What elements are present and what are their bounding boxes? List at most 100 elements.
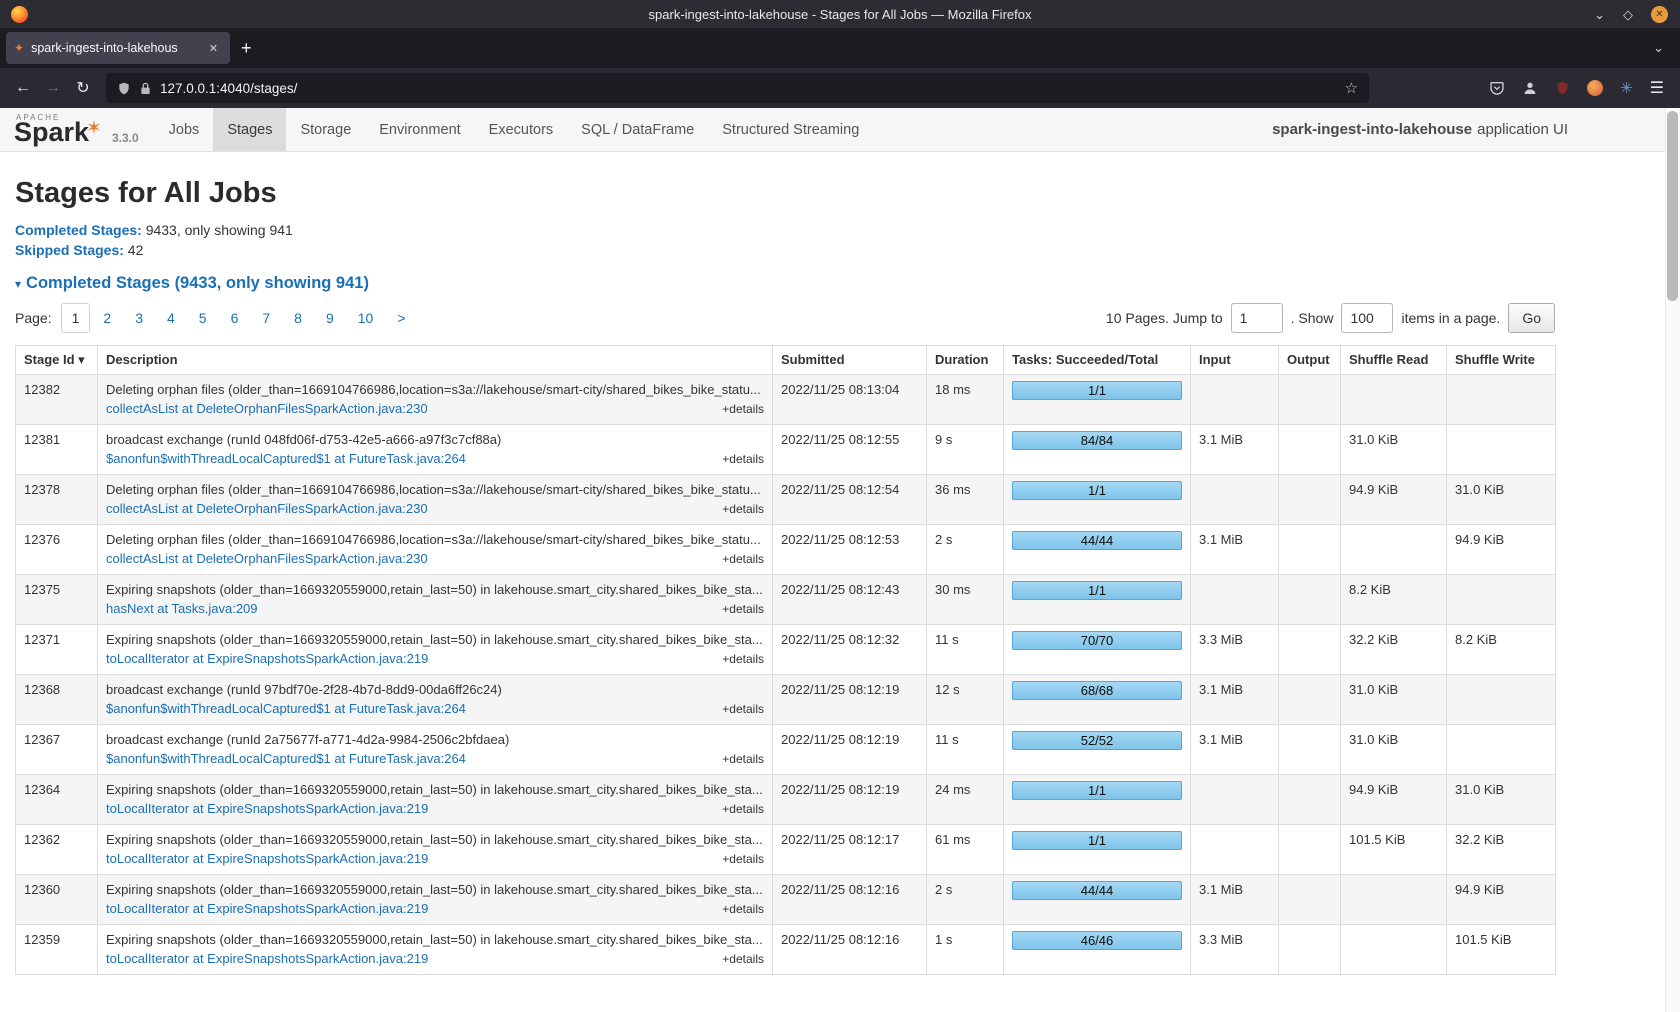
column-header[interactable]: Output — [1279, 346, 1341, 375]
output-cell — [1279, 475, 1341, 525]
shuffle-read-cell: 94.9 KiB — [1341, 475, 1447, 525]
column-header[interactable]: Duration — [927, 346, 1004, 375]
lock-icon[interactable] — [140, 82, 151, 95]
details-toggle[interactable]: +details — [722, 451, 764, 468]
pagination-page-link[interactable]: 3 — [124, 303, 154, 333]
completed-stages-section-toggle[interactable]: ▾Completed Stages (9433, only showing 94… — [15, 274, 1680, 293]
stage-callsite-link[interactable]: toLocalIterator at ExpireSnapshotsSparkA… — [106, 900, 428, 917]
page-links: 1 2 3 4 5 6 7 8 9 10 > — [61, 303, 419, 333]
details-toggle[interactable]: +details — [722, 701, 764, 718]
spark-nav-item[interactable]: Executors — [475, 108, 567, 151]
pagination-page-link[interactable]: 4 — [156, 303, 186, 333]
pagination-page-link[interactable]: 6 — [220, 303, 250, 333]
table-row: 12360 Expiring snapshots (older_than=166… — [16, 875, 1556, 925]
spark-nav-item[interactable]: Stages — [213, 108, 286, 151]
stage-callsite-link[interactable]: toLocalIterator at ExpireSnapshotsSparkA… — [106, 950, 428, 967]
pagination-page-link[interactable]: > — [386, 303, 416, 333]
pagination-page-link[interactable]: 1 — [61, 303, 91, 333]
window-close-button[interactable]: ✕ — [1651, 6, 1668, 23]
description-cell: Deleting orphan files (older_than=166910… — [98, 525, 773, 575]
details-toggle[interactable]: +details — [722, 401, 764, 418]
account-icon[interactable] — [1522, 80, 1538, 96]
spark-nav-item[interactable]: Environment — [365, 108, 474, 151]
url-text[interactable]: 127.0.0.1:4040/stages/ — [160, 81, 1336, 96]
tracking-protection-shield-icon[interactable] — [117, 81, 131, 96]
window-minimize-button[interactable]: ⌄ — [1594, 8, 1605, 21]
stage-callsite-link[interactable]: collectAsList at DeleteOrphanFilesSparkA… — [106, 550, 428, 567]
details-toggle[interactable]: +details — [722, 801, 764, 818]
spark-nav-item[interactable]: Jobs — [155, 108, 214, 151]
output-cell — [1279, 875, 1341, 925]
details-toggle[interactable]: +details — [722, 751, 764, 768]
tasks-progress-bar: 44/44 — [1012, 531, 1182, 550]
column-header[interactable]: Shuffle Read — [1341, 346, 1447, 375]
extension-asterisk-icon[interactable]: ✳ — [1620, 79, 1633, 97]
items-per-page-label: items in a page. — [1401, 310, 1500, 326]
pagination-page-link[interactable]: 5 — [188, 303, 218, 333]
stage-callsite-link[interactable]: toLocalIterator at ExpireSnapshotsSparkA… — [106, 850, 428, 867]
reload-button[interactable]: ↻ — [68, 73, 98, 103]
browser-tab[interactable]: ✦ spark-ingest-into-lakehous ✕ — [6, 32, 230, 64]
window-maximize-button[interactable]: ◇ — [1623, 8, 1633, 21]
input-cell: 3.1 MiB — [1191, 725, 1279, 775]
stage-description: Deleting orphan files (older_than=166910… — [106, 381, 764, 398]
shuffle-read-cell: 94.9 KiB — [1341, 775, 1447, 825]
items-per-page-input[interactable] — [1341, 303, 1393, 333]
new-tab-button[interactable]: + — [230, 38, 263, 59]
spark-nav-item[interactable]: Storage — [286, 108, 365, 151]
column-header[interactable]: Description — [98, 346, 773, 375]
details-toggle[interactable]: +details — [722, 901, 764, 918]
go-button[interactable]: Go — [1508, 303, 1555, 333]
pagination-page-link[interactable]: 7 — [251, 303, 281, 333]
details-toggle[interactable]: +details — [722, 551, 764, 568]
column-header[interactable]: Input — [1191, 346, 1279, 375]
spark-nav-item[interactable]: SQL / DataFrame — [567, 108, 708, 151]
table-row: 12375 Expiring snapshots (older_than=166… — [16, 575, 1556, 625]
page-scrollbar-thumb[interactable] — [1667, 111, 1678, 301]
column-header[interactable]: Stage Id ▾ — [16, 346, 98, 375]
ublock-shield-icon[interactable] — [1555, 80, 1570, 96]
details-toggle[interactable]: +details — [722, 651, 764, 668]
tab-close-icon[interactable]: ✕ — [205, 41, 222, 56]
pagination-page-link[interactable]: 2 — [92, 303, 122, 333]
tasks-cell: 44/44 — [1004, 525, 1191, 575]
forward-button[interactable]: → — [38, 73, 68, 103]
details-toggle[interactable]: +details — [722, 851, 764, 868]
stage-description: Expiring snapshots (older_than=166932055… — [106, 831, 764, 848]
description-cell: broadcast exchange (runId 048fd06f-d753-… — [98, 425, 773, 475]
pagination-page-link[interactable]: 8 — [283, 303, 313, 333]
stage-id-cell: 12362 — [16, 825, 98, 875]
shuffle-read-cell — [1341, 525, 1447, 575]
stage-callsite-link[interactable]: $anonfun$withThreadLocalCaptured$1 at Fu… — [106, 450, 466, 467]
column-header[interactable]: Submitted — [773, 346, 927, 375]
back-button[interactable]: ← — [8, 73, 38, 103]
details-toggle[interactable]: +details — [722, 951, 764, 968]
details-toggle[interactable]: +details — [722, 601, 764, 618]
address-bar[interactable]: 127.0.0.1:4040/stages/ ☆ — [106, 73, 1369, 103]
input-cell — [1191, 575, 1279, 625]
pagination-page-link[interactable]: 9 — [315, 303, 345, 333]
submitted-cell: 2022/11/25 08:12:17 — [773, 825, 927, 875]
tab-list-chevron-icon[interactable]: ⌄ — [1647, 40, 1670, 56]
spark-nav-item[interactable]: Structured Streaming — [708, 108, 873, 151]
duration-cell: 24 ms — [927, 775, 1004, 825]
table-header-row: Stage Id ▾ Description Submitted Duratio… — [16, 346, 1556, 375]
pagination-page-link[interactable]: 10 — [347, 303, 385, 333]
column-header[interactable]: Shuffle Write — [1447, 346, 1556, 375]
hamburger-menu-icon[interactable]: ☰ — [1650, 78, 1664, 98]
jump-to-page-input[interactable] — [1231, 303, 1283, 333]
bookmark-star-icon[interactable]: ☆ — [1345, 79, 1358, 97]
stage-callsite-link[interactable]: $anonfun$withThreadLocalCaptured$1 at Fu… — [106, 700, 466, 717]
extension-avatar-icon[interactable] — [1587, 80, 1603, 96]
stage-callsite-link[interactable]: toLocalIterator at ExpireSnapshotsSparkA… — [106, 650, 428, 667]
spark-logo[interactable]: APACHE Spark✶ — [0, 108, 112, 151]
stage-callsite-link[interactable]: collectAsList at DeleteOrphanFilesSparkA… — [106, 500, 428, 517]
stage-callsite-link[interactable]: toLocalIterator at ExpireSnapshotsSparkA… — [106, 800, 428, 817]
tasks-progress-bar: 1/1 — [1012, 381, 1182, 400]
stage-callsite-link[interactable]: hasNext at Tasks.java:209 — [106, 600, 258, 617]
stage-callsite-link[interactable]: $anonfun$withThreadLocalCaptured$1 at Fu… — [106, 750, 466, 767]
pocket-icon[interactable] — [1489, 80, 1505, 96]
details-toggle[interactable]: +details — [722, 501, 764, 518]
column-header[interactable]: Tasks: Succeeded/Total — [1004, 346, 1191, 375]
stage-callsite-link[interactable]: collectAsList at DeleteOrphanFilesSparkA… — [106, 400, 428, 417]
